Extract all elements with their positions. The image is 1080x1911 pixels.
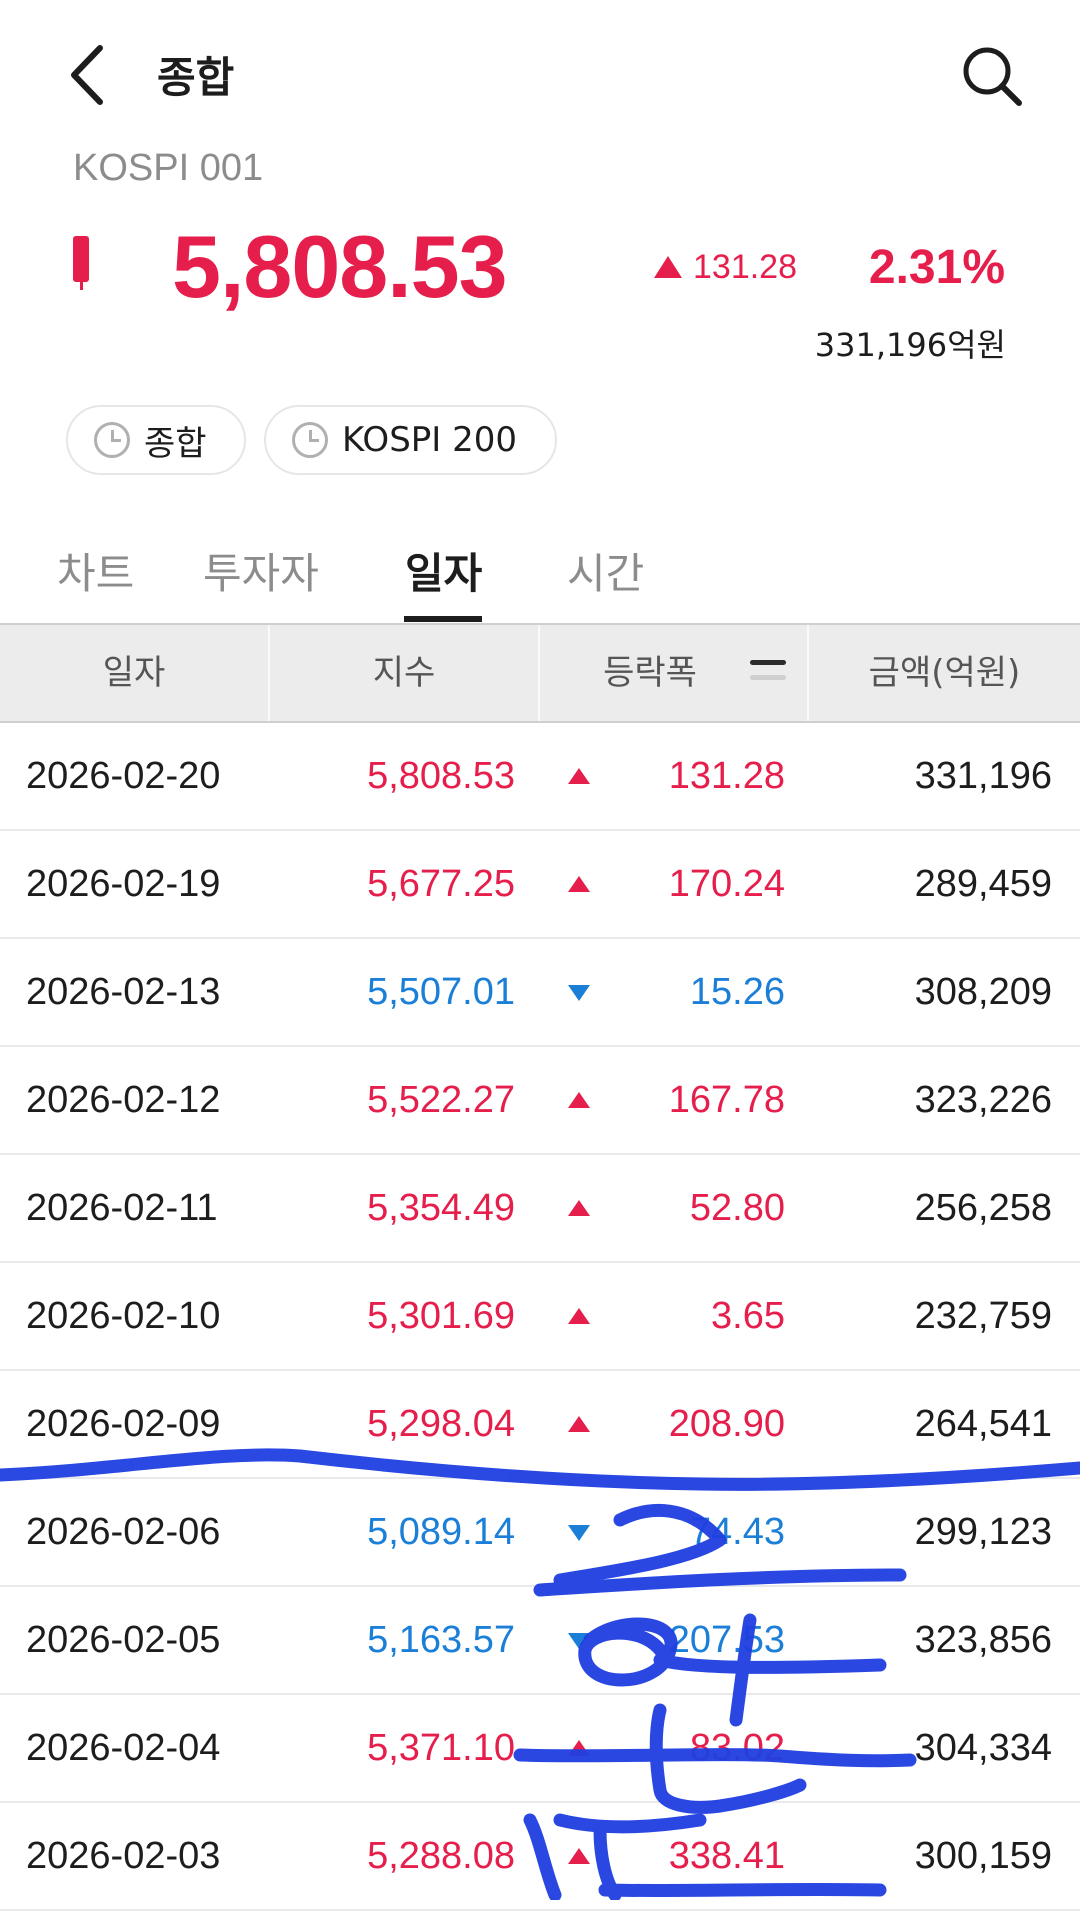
row-change: 131.28 xyxy=(668,755,785,797)
chip-label: KOSPI 200 xyxy=(342,420,518,460)
row-change: 74.43 xyxy=(689,1511,785,1553)
index-code: KOSPI 001 xyxy=(73,147,264,189)
index-price: 5,808.53 xyxy=(172,217,508,316)
index-change-percent: 2.31% xyxy=(868,241,1005,294)
table-row[interactable]: 2026-02-09 5,298.04 208.90 264,541 xyxy=(0,1371,1080,1479)
table-row[interactable]: 2026-02-12 5,522.27 167.78 323,226 xyxy=(0,1047,1080,1155)
column-header-change[interactable]: 등락폭 xyxy=(540,625,760,721)
row-date: 2026-02-12 xyxy=(26,1079,221,1121)
table-row[interactable]: 2026-02-19 5,677.25 170.24 289,459 xyxy=(0,831,1080,939)
down-arrow-icon xyxy=(568,985,590,1001)
row-index-value: 5,301.69 xyxy=(367,1295,515,1337)
chip-composite[interactable]: 종합 xyxy=(66,405,246,475)
row-index-value: 5,354.49 xyxy=(367,1187,515,1229)
up-arrow-icon xyxy=(568,1848,590,1864)
up-arrow-icon xyxy=(568,1308,590,1324)
row-change: 3.65 xyxy=(711,1295,785,1337)
up-arrow-icon xyxy=(568,876,590,892)
row-index-value: 5,371.10 xyxy=(367,1727,515,1769)
trading-volume: 331,196억원 xyxy=(814,326,1006,364)
tab-bar: 차트 투자자 일자 시간 xyxy=(0,520,1080,625)
sort-bar xyxy=(750,675,786,680)
row-amount: 308,209 xyxy=(914,971,1052,1013)
table-row[interactable]: 2026-02-03 5,288.08 338.41 300,159 xyxy=(0,1803,1080,1911)
row-index-value: 5,522.27 xyxy=(367,1079,515,1121)
row-amount: 323,856 xyxy=(914,1619,1052,1661)
table-header: 일자 지수 등락폭 금액(억원) xyxy=(0,623,1080,723)
up-arrow-icon xyxy=(568,1416,590,1432)
row-index-value: 5,808.53 xyxy=(367,755,515,797)
row-date: 2026-02-20 xyxy=(26,755,221,797)
row-amount: 289,459 xyxy=(914,863,1052,905)
row-amount: 323,226 xyxy=(914,1079,1052,1121)
tab-chart[interactable]: 차트 xyxy=(57,540,134,601)
candle-icon xyxy=(73,236,89,290)
column-header-date[interactable]: 일자 xyxy=(0,625,268,721)
clock-icon xyxy=(292,422,328,458)
tab-time[interactable]: 시간 xyxy=(567,540,644,601)
tab-investor[interactable]: 투자자 xyxy=(203,540,319,601)
row-change: 170.24 xyxy=(668,863,785,905)
row-index-value: 5,288.08 xyxy=(367,1835,515,1877)
row-date: 2026-02-09 xyxy=(26,1403,221,1445)
index-change: 131.28 xyxy=(693,248,797,286)
sort-bar xyxy=(750,660,786,665)
row-amount: 232,759 xyxy=(914,1295,1052,1337)
row-amount: 331,196 xyxy=(914,755,1052,797)
table-row[interactable]: 2026-02-05 5,163.57 207.53 323,856 xyxy=(0,1587,1080,1695)
chip-label: 종합 xyxy=(144,423,207,464)
top-bar: 종합 xyxy=(0,0,1080,140)
active-tab-indicator xyxy=(404,616,482,622)
row-date: 2026-02-11 xyxy=(26,1187,218,1229)
row-amount: 256,258 xyxy=(914,1187,1052,1229)
row-change: 208.90 xyxy=(668,1403,785,1445)
row-amount: 299,123 xyxy=(914,1511,1052,1553)
column-header-index[interactable]: 지수 xyxy=(270,625,538,721)
chevron-left-icon[interactable] xyxy=(62,42,118,108)
row-change: 83.02 xyxy=(689,1727,785,1769)
row-change: 52.80 xyxy=(689,1187,785,1229)
table-row[interactable]: 2026-02-06 5,089.14 74.43 299,123 xyxy=(0,1479,1080,1587)
row-index-value: 5,089.14 xyxy=(367,1511,515,1553)
table-row[interactable]: 2026-02-04 5,371.10 83.02 304,334 xyxy=(0,1695,1080,1803)
row-index-value: 5,677.25 xyxy=(367,863,515,905)
row-date: 2026-02-13 xyxy=(26,971,221,1013)
daily-table: 2026-02-20 5,808.53 131.28 331,196 2026-02-1… xyxy=(0,723,1080,1911)
page-title: 종합 xyxy=(157,53,235,102)
table-row[interactable]: 2026-02-10 5,301.69 3.65 232,759 xyxy=(0,1263,1080,1371)
table-row[interactable]: 2026-02-13 5,507.01 15.26 308,209 xyxy=(0,939,1080,1047)
search-icon[interactable] xyxy=(960,44,1024,108)
clock-icon xyxy=(94,422,130,458)
row-change: 15.26 xyxy=(689,971,785,1013)
row-amount: 304,334 xyxy=(914,1727,1052,1769)
row-date: 2026-02-04 xyxy=(26,1727,221,1769)
row-date: 2026-02-06 xyxy=(26,1511,221,1553)
row-change: 167.78 xyxy=(668,1079,785,1121)
table-row[interactable]: 2026-02-20 5,808.53 131.28 331,196 xyxy=(0,723,1080,831)
row-change: 338.41 xyxy=(668,1835,785,1877)
tab-daily[interactable]: 일자 xyxy=(405,540,482,601)
row-index-value: 5,298.04 xyxy=(367,1403,515,1445)
up-arrow-icon xyxy=(654,256,682,278)
up-arrow-icon xyxy=(568,1740,590,1756)
row-amount: 300,159 xyxy=(914,1835,1052,1877)
row-date: 2026-02-03 xyxy=(26,1835,221,1877)
sort-toggle-icon[interactable] xyxy=(750,660,786,690)
row-index-value: 5,507.01 xyxy=(367,971,515,1013)
row-date: 2026-02-10 xyxy=(26,1295,221,1337)
down-arrow-icon xyxy=(568,1525,590,1541)
row-amount: 264,541 xyxy=(914,1403,1052,1445)
chip-kospi200[interactable]: KOSPI 200 xyxy=(264,405,557,475)
up-arrow-icon xyxy=(568,1092,590,1108)
column-header-amount[interactable]: 금액(억원) xyxy=(809,625,1080,721)
row-date: 2026-02-19 xyxy=(26,863,221,905)
row-index-value: 5,163.57 xyxy=(367,1619,515,1661)
up-arrow-icon xyxy=(568,1200,590,1216)
row-date: 2026-02-05 xyxy=(26,1619,221,1661)
up-arrow-icon xyxy=(568,768,590,784)
table-row[interactable]: 2026-02-11 5,354.49 52.80 256,258 xyxy=(0,1155,1080,1263)
down-arrow-icon xyxy=(568,1633,590,1649)
row-change: 207.53 xyxy=(668,1619,785,1661)
